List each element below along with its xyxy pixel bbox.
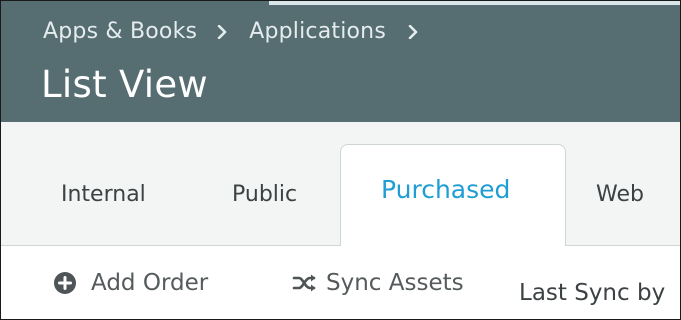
page-header: Apps & Books Applications List View xyxy=(1,1,680,122)
sync-assets-button[interactable]: Sync Assets xyxy=(292,270,464,296)
tab-purchased-label: Purchased xyxy=(381,175,511,204)
last-sync-text: Last Sync by xyxy=(519,280,666,306)
page-title: List View xyxy=(41,63,208,106)
toolbar: Add Order Sync Assets Last Sync by xyxy=(1,246,680,319)
tab-public[interactable]: Public xyxy=(232,182,297,207)
breadcrumb-item-applications[interactable]: Applications xyxy=(249,19,386,44)
breadcrumb: Apps & Books Applications xyxy=(43,19,418,44)
breadcrumb-item-apps-books[interactable]: Apps & Books xyxy=(43,19,197,44)
chevron-right-icon xyxy=(408,24,418,39)
shuffle-icon xyxy=(292,274,316,292)
plus-circle-icon xyxy=(54,272,76,294)
header-accent-bar xyxy=(269,1,680,5)
app-frame: Apps & Books Applications List View Inte… xyxy=(0,0,681,320)
add-order-button[interactable]: Add Order xyxy=(53,270,208,296)
chevron-right-icon xyxy=(217,24,227,39)
sync-assets-label: Sync Assets xyxy=(326,270,464,296)
tab-bar: Internal Public Purchased Web xyxy=(1,122,680,246)
tab-purchased[interactable]: Purchased xyxy=(340,144,566,246)
tab-internal[interactable]: Internal xyxy=(61,182,146,207)
add-order-label: Add Order xyxy=(91,270,209,296)
tab-web[interactable]: Web xyxy=(596,182,644,207)
